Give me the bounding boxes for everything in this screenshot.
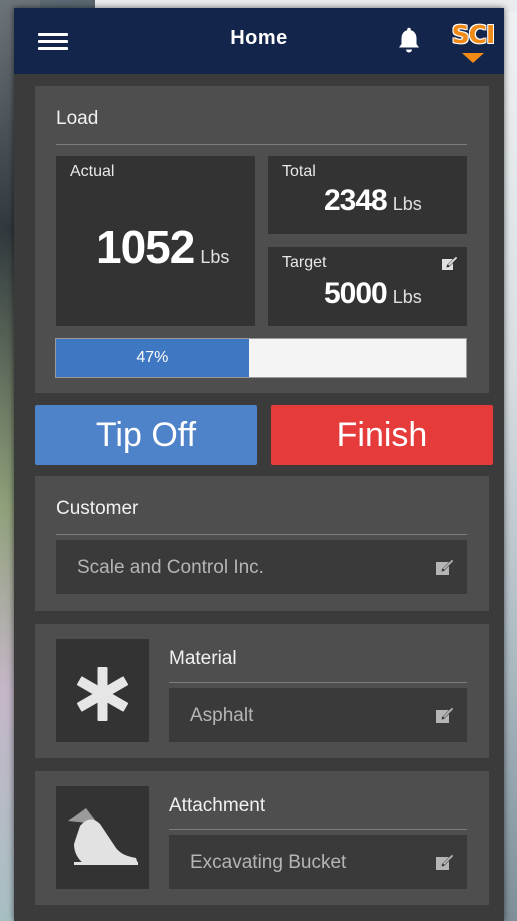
total-unit: Lbs bbox=[392, 194, 422, 214]
attachment-edit-icon[interactable] bbox=[436, 854, 454, 870]
attachment-icon-box bbox=[56, 786, 149, 889]
total-tile: Total 2348 Lbs bbox=[268, 156, 467, 234]
bucket-icon bbox=[56, 786, 149, 894]
attachment-divider bbox=[169, 829, 467, 830]
material-panel: Material Asphalt bbox=[35, 624, 489, 758]
total-reading: 2348 Lbs bbox=[324, 184, 422, 218]
asterisk-icon bbox=[56, 639, 149, 747]
material-icon-box bbox=[56, 639, 149, 742]
total-label: Total bbox=[282, 163, 316, 180]
customer-divider bbox=[56, 534, 467, 535]
load-progress-bar: 47% bbox=[55, 338, 467, 378]
material-divider bbox=[169, 682, 467, 683]
customer-panel: Customer Scale and Control Inc. bbox=[35, 476, 489, 611]
target-value: 5000 bbox=[324, 277, 388, 310]
attachment-panel: Attachment Excavating Bucket bbox=[35, 771, 489, 905]
target-unit: Lbs bbox=[392, 287, 422, 307]
sci-logo: SCI bbox=[448, 20, 498, 64]
customer-title: Customer bbox=[56, 498, 139, 519]
material-field[interactable]: Asphalt bbox=[169, 688, 467, 742]
actual-reading: 1052 Lbs bbox=[96, 220, 229, 274]
actual-unit: Lbs bbox=[200, 247, 230, 267]
attachment-field[interactable]: Excavating Bucket bbox=[169, 835, 467, 889]
material-title: Material bbox=[169, 648, 237, 669]
load-panel: Load Actual 1052 Lbs Total 2348 Lbs Target bbox=[35, 86, 489, 393]
material-value: Asphalt bbox=[190, 705, 254, 726]
target-reading: 5000 Lbs bbox=[324, 277, 422, 311]
actual-tile: Actual 1052 Lbs bbox=[56, 156, 255, 326]
target-edit-icon[interactable] bbox=[442, 256, 460, 272]
target-tile[interactable]: Target 5000 Lbs bbox=[268, 247, 467, 326]
actual-value: 1052 bbox=[96, 221, 195, 273]
logo-arrow-icon bbox=[462, 53, 484, 63]
target-label: Target bbox=[282, 254, 327, 271]
logo-text: SCI bbox=[451, 20, 496, 49]
app-header: Home SCI bbox=[14, 8, 504, 74]
customer-value: Scale and Control Inc. bbox=[77, 557, 264, 578]
tip-off-button[interactable]: Tip Off bbox=[35, 405, 257, 465]
customer-field[interactable]: Scale and Control Inc. bbox=[56, 540, 467, 594]
total-value: 2348 bbox=[324, 184, 388, 217]
attachment-title: Attachment bbox=[169, 795, 266, 816]
progress-label: 47% bbox=[136, 349, 169, 366]
actual-label: Actual bbox=[70, 163, 115, 180]
load-title: Load bbox=[56, 108, 99, 129]
finish-button[interactable]: Finish bbox=[271, 405, 493, 465]
app-screen: Home SCI Load Actual 1052 Lbs Total 2348 L… bbox=[14, 8, 504, 921]
customer-edit-icon[interactable] bbox=[436, 559, 454, 575]
bell-icon[interactable] bbox=[394, 26, 424, 56]
material-edit-icon[interactable] bbox=[436, 707, 454, 723]
load-divider bbox=[56, 144, 467, 145]
page-title: Home bbox=[230, 27, 288, 49]
attachment-value: Excavating Bucket bbox=[190, 852, 347, 873]
